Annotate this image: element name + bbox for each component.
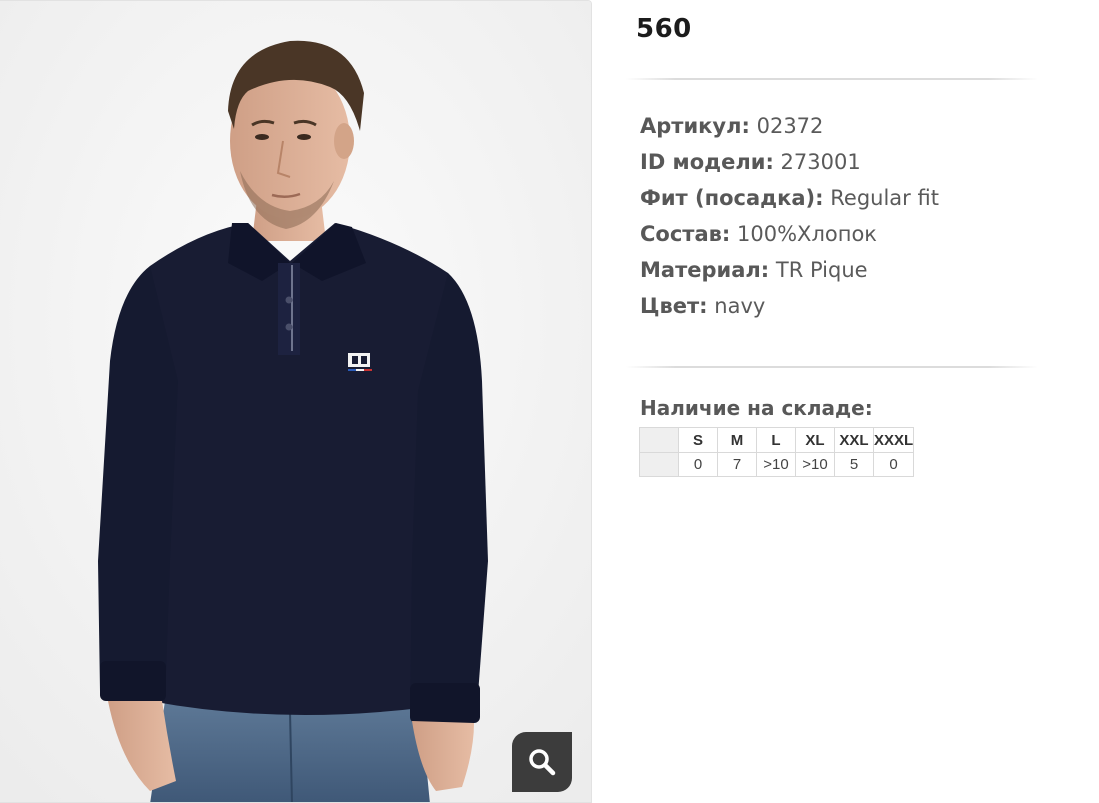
product-image-panel[interactable] <box>0 0 592 803</box>
spec-material: Материал: TR Pique <box>640 252 939 288</box>
spec-label: ID модели: <box>640 150 774 174</box>
product-price: 560 <box>636 14 692 44</box>
size-header: L <box>756 427 796 453</box>
divider <box>626 78 1038 80</box>
spec-label: Фит (посадка): <box>640 186 824 210</box>
stock-row-stub <box>639 452 679 477</box>
spec-label: Артикул: <box>640 114 750 138</box>
stock-quantity-cell: 0 <box>678 452 718 477</box>
size-header: S <box>678 427 718 453</box>
spec-value: 100%Хлопок <box>737 222 877 246</box>
spec-color: Цвет: navy <box>640 288 939 324</box>
spec-value: TR Pique <box>775 258 868 282</box>
stock-quantity-cell: >10 <box>756 452 796 477</box>
search-icon <box>529 749 556 776</box>
stock-quantity-cell: 7 <box>717 452 757 477</box>
stock-corner-cell <box>639 427 679 453</box>
spec-fit: Фит (посадка): Regular fit <box>640 180 939 216</box>
size-header: M <box>717 427 757 453</box>
product-specs: Артикул: 02372 ID модели: 273001 Фит (по… <box>640 108 939 324</box>
spec-value: 02372 <box>756 114 824 138</box>
product-page: 560 Артикул: 02372 ID модели: 273001 Фит… <box>0 0 1099 803</box>
divider <box>626 366 1038 368</box>
stock-title: Наличие на складе: <box>640 396 873 420</box>
spec-label: Цвет: <box>640 294 708 318</box>
size-header: XL <box>795 427 835 453</box>
spec-label: Материал: <box>640 258 770 282</box>
spec-model-id: ID модели: 273001 <box>640 144 939 180</box>
product-photo[interactable] <box>0 1 592 803</box>
spec-label: Состав: <box>640 222 731 246</box>
stock-quantity-cell: >10 <box>795 452 835 477</box>
spec-value: 273001 <box>780 150 861 174</box>
stock-quantity-row: 0 7 >10 >10 5 0 <box>639 452 915 477</box>
stock-header-row: S M L XL XXL XXXL <box>639 427 915 453</box>
size-header: XXXL <box>872 427 915 453</box>
zoom-button[interactable] <box>512 732 572 792</box>
stock-quantity-cell: 0 <box>872 452 915 477</box>
stock-quantity-cell: 5 <box>834 452 874 477</box>
spec-article: Артикул: 02372 <box>640 108 939 144</box>
size-header: XXL <box>834 427 874 453</box>
spec-value: Regular fit <box>830 186 939 210</box>
spec-value: navy <box>714 294 766 318</box>
spec-composition: Состав: 100%Хлопок <box>640 216 939 252</box>
stock-table: S M L XL XXL XXXL 0 7 >10 >10 5 0 <box>639 427 915 477</box>
